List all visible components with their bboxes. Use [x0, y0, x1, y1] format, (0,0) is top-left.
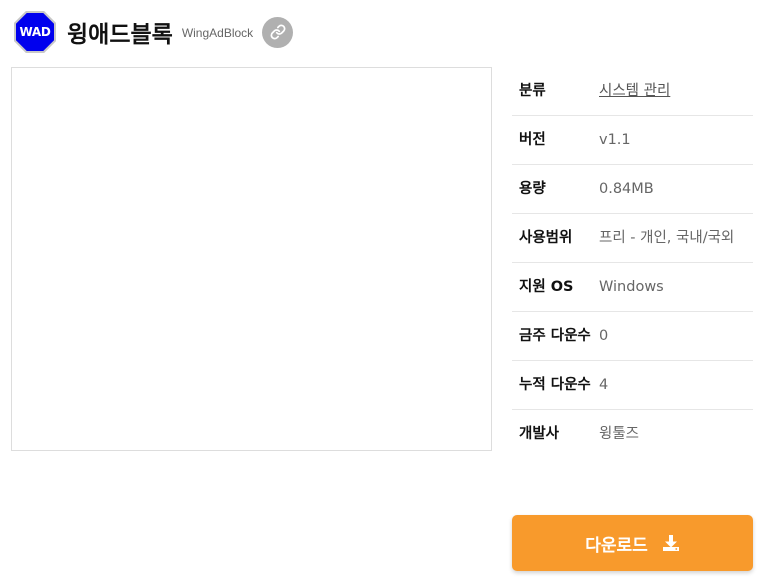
info-value: 0.84MB [599, 181, 654, 197]
info-value: 4 [599, 377, 609, 393]
info-label: 지원 OS [519, 279, 574, 295]
screenshot-preview [11, 67, 492, 451]
download-icon [662, 534, 680, 552]
download-label: 다운로드 [585, 535, 648, 556]
category-link[interactable]: 시스템 관리 [599, 79, 753, 103]
info-row-weekly-downloads: 금주 다운수 0 [512, 312, 753, 361]
info-value: 0 [599, 328, 609, 344]
info-label: 사용범위 [519, 230, 573, 246]
info-label: 용량 [519, 181, 546, 197]
info-value: v1.1 [599, 132, 631, 148]
link-icon [270, 24, 286, 40]
info-value: 프리 - 개인, 국내/국외 [599, 230, 735, 246]
stop-sign-logo: WAD [14, 11, 56, 53]
info-row-size: 용량 0.84MB [512, 165, 753, 214]
info-value: Windows [599, 279, 664, 295]
app-title: 윙애드블록 [67, 22, 173, 48]
info-label: 개발사 [519, 426, 560, 442]
info-value: 윙툴즈 [599, 426, 640, 442]
link-button[interactable] [262, 16, 294, 48]
download-button[interactable]: 다운로드 [512, 515, 753, 571]
info-label: 버전 [519, 132, 546, 148]
app-subtitle: WingAdBlock [181, 26, 254, 40]
info-table: 분류 시스템 관리 버전 v1.1 용량 0.84MB 사용범위 프리 - 개인… [512, 67, 753, 458]
info-row-os: 지원 OS Windows [512, 263, 753, 312]
info-row-version: 버전 v1.1 [512, 116, 753, 165]
info-row-license: 사용범위 프리 - 개인, 국내/국외 [512, 214, 753, 263]
info-row-total-downloads: 누적 다운수 4 [512, 361, 753, 410]
info-label: 누적 다운수 [519, 377, 591, 393]
info-row-developer: 개발사 윙툴즈 [512, 410, 753, 458]
logo-text: WAD [19, 25, 51, 39]
app-header: WAD 윙애드블록 WingAdBlock [14, 11, 294, 53]
info-label: 분류 [519, 83, 546, 99]
info-label: 금주 다운수 [519, 328, 591, 344]
info-row-category: 분류 시스템 관리 [512, 67, 753, 116]
